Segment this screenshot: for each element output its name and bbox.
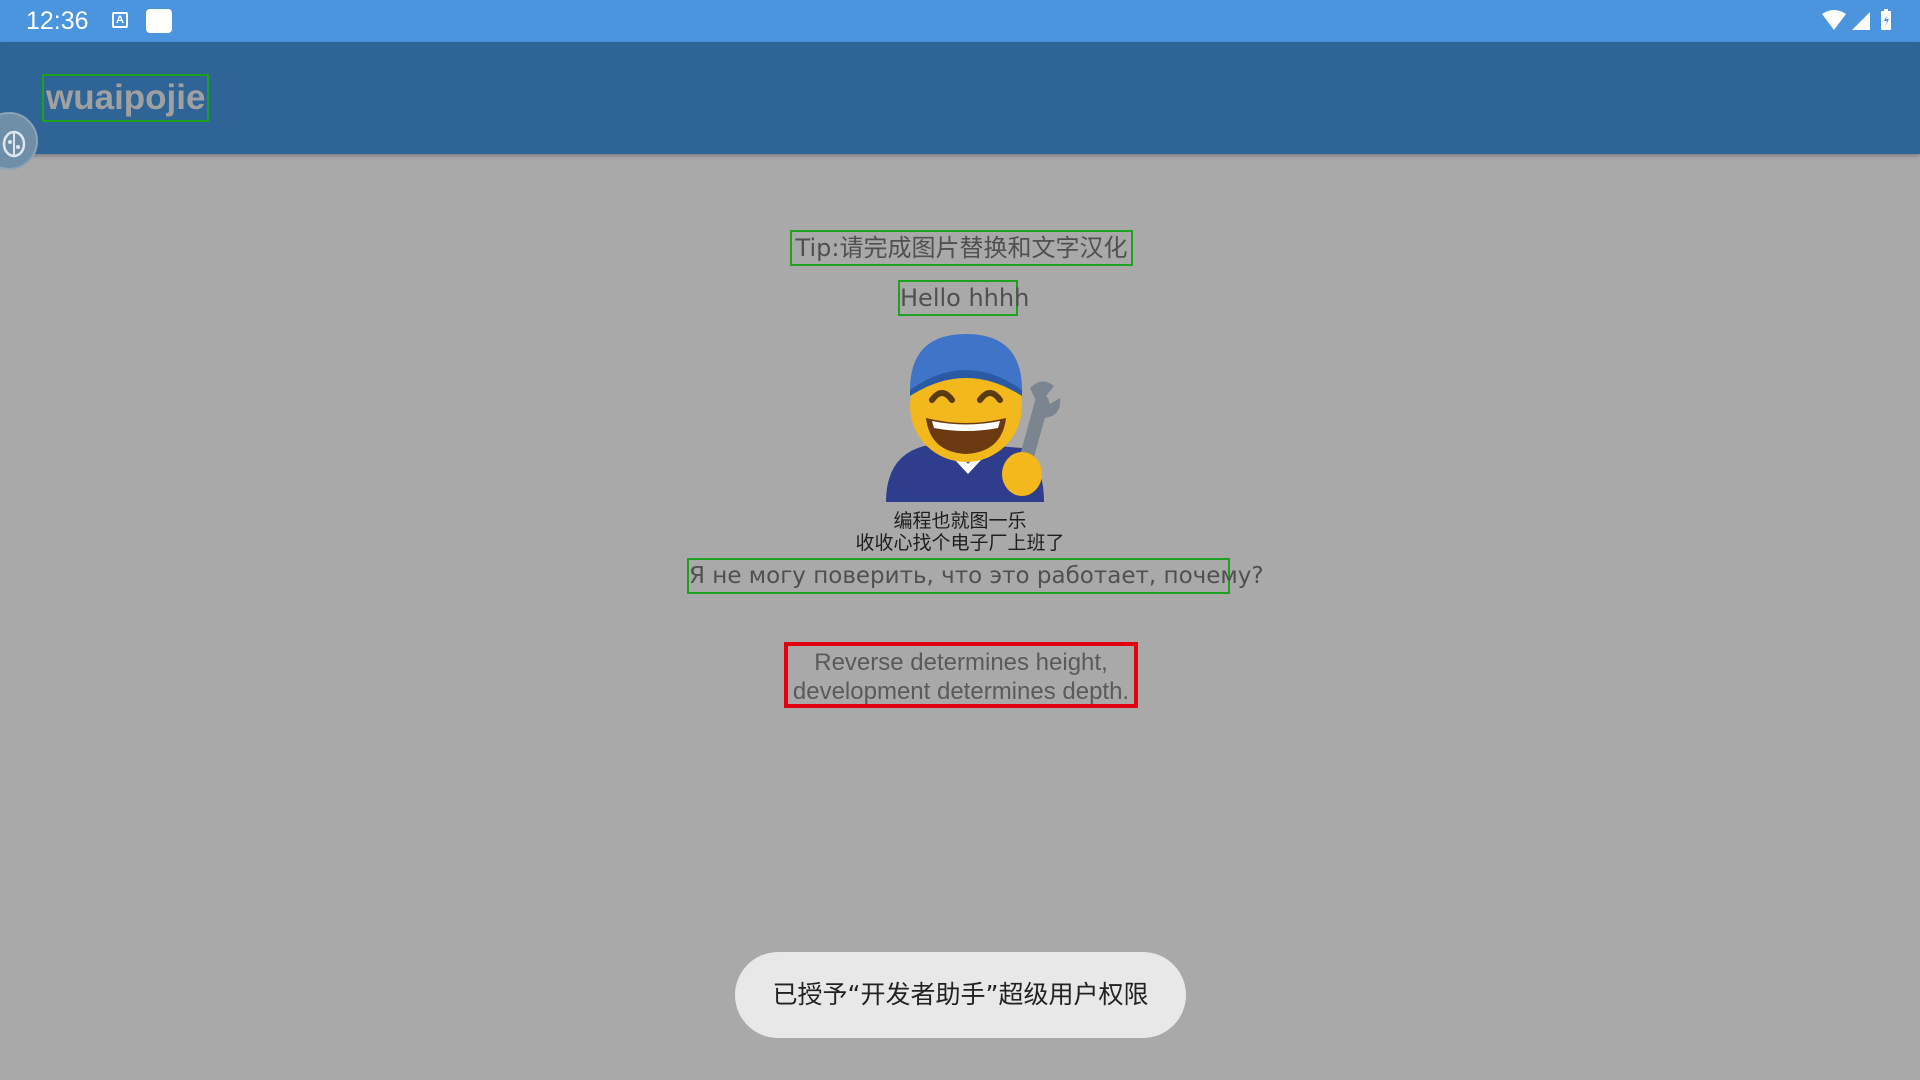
caption-line-2: 收收心找个电子厂上班了: [855, 532, 1065, 554]
app-bar: wuaipojie: [0, 42, 1920, 154]
quote-line-1: Reverse determines height,: [814, 649, 1108, 676]
main-content: Tip:请完成图片替换和文字汉化 Hello hhhh 编程也就图一乐 收收心找…: [0, 154, 1920, 1080]
text-a-icon: A: [112, 12, 128, 28]
ladybug-icon: [2, 130, 26, 158]
status-bar: 12:36 A: [0, 0, 1920, 42]
system-status-icons: [1820, 8, 1900, 34]
hello-text: Hello hhhh: [898, 280, 1029, 316]
image-caption: 编程也就图一乐 收收心找个电子厂上班了: [760, 510, 1160, 554]
quote-text: Reverse determines height, development d…: [784, 642, 1138, 708]
toast-message: 已授予“开发者助手”超级用户权限: [735, 952, 1186, 1038]
square-icon: [146, 9, 172, 33]
signal-icon: [1852, 12, 1870, 30]
tip-text: Tip:请完成图片替换和文字汉化: [790, 230, 1133, 266]
wifi-icon: [1822, 10, 1846, 30]
quote-line-2: development determines depth.: [792, 678, 1130, 705]
app-title: wuaipojie: [42, 74, 210, 122]
battery-icon: [1881, 9, 1891, 30]
bug-debug-button[interactable]: [0, 112, 38, 170]
caption-line-1: 编程也就图一乐: [893, 510, 1027, 532]
status-time: 12:36: [26, 7, 89, 35]
mechanic-emoji-icon: [872, 324, 1062, 502]
russian-text: Я не могу поверить, что это работает, по…: [687, 558, 1264, 594]
